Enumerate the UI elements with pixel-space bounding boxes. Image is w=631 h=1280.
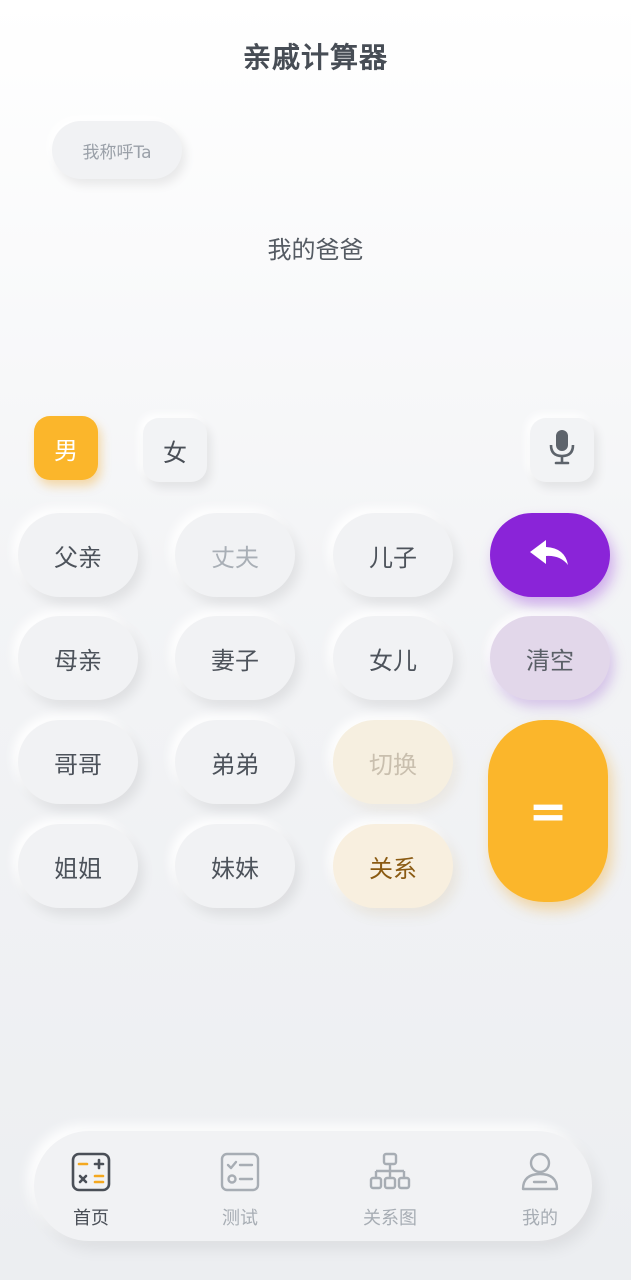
- checklist-icon: [218, 1150, 262, 1194]
- microphone-icon: [547, 429, 577, 471]
- clear-button[interactable]: 清空: [490, 616, 610, 700]
- calculator-icon: [69, 1150, 113, 1194]
- key-elder-brother[interactable]: 哥哥: [18, 720, 138, 804]
- tab-mine-label: 我的: [522, 1208, 558, 1229]
- key-elder-sister[interactable]: 姐姐: [18, 824, 138, 908]
- tab-home[interactable]: 首页: [36, 1150, 146, 1232]
- tab-relation-chart-label: 关系图: [363, 1208, 417, 1229]
- hierarchy-icon: [368, 1150, 412, 1194]
- user-icon: [518, 1150, 562, 1194]
- female-button[interactable]: 女: [143, 418, 207, 482]
- undo-arrow-icon: [528, 538, 572, 572]
- page-title: 亲戚计算器: [242, 41, 388, 74]
- equals-button[interactable]: =: [488, 720, 608, 902]
- key-younger-sister[interactable]: 妹妹: [175, 824, 295, 908]
- male-button[interactable]: 男: [34, 416, 98, 480]
- voice-input-button[interactable]: [530, 418, 594, 482]
- tab-relation-chart[interactable]: 关系图: [335, 1150, 445, 1232]
- tab-test-label: 测试: [222, 1208, 258, 1229]
- relation-button[interactable]: 关系: [333, 824, 453, 908]
- tab-test[interactable]: 测试: [185, 1150, 295, 1232]
- switch-button[interactable]: 切换: [333, 720, 453, 804]
- key-younger-brother[interactable]: 弟弟: [175, 720, 295, 804]
- key-son[interactable]: 儿子: [333, 513, 453, 597]
- key-daughter[interactable]: 女儿: [333, 616, 453, 700]
- key-mother[interactable]: 母亲: [18, 616, 138, 700]
- call-mode-button[interactable]: 我称呼Ta: [52, 121, 182, 179]
- result-text: 我的爸爸: [267, 236, 364, 264]
- tab-home-label: 首页: [73, 1208, 109, 1229]
- key-husband[interactable]: 丈夫: [175, 513, 295, 597]
- key-wife[interactable]: 妻子: [175, 616, 295, 700]
- tab-mine[interactable]: 我的: [485, 1150, 595, 1232]
- backspace-button[interactable]: [490, 513, 610, 597]
- key-father[interactable]: 父亲: [18, 513, 138, 597]
